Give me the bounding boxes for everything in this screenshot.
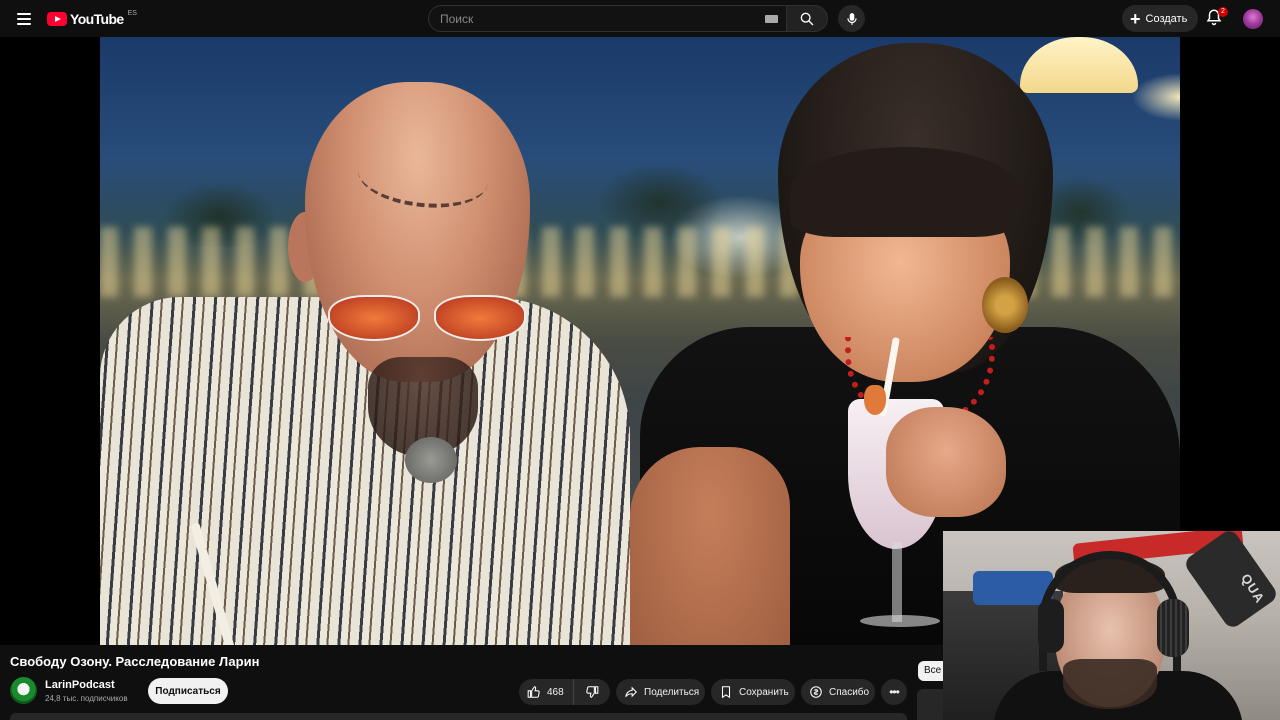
account-avatar[interactable]	[1243, 9, 1263, 29]
recommendation-card[interactable]	[917, 689, 944, 720]
share-icon	[625, 686, 637, 698]
top-bar: YouTube ES + Создать 2	[0, 0, 1280, 37]
earring	[982, 277, 1028, 333]
headphones-cup	[1157, 599, 1189, 657]
subscriber-count: 24,8 тыс. подписчиков	[45, 694, 128, 703]
headphones-cup	[1038, 599, 1064, 653]
notifications-button[interactable]: 2	[1205, 7, 1228, 28]
create-button[interactable]: + Создать	[1122, 5, 1199, 32]
thanks-button[interactable]: Спасибо	[801, 679, 875, 705]
save-icon	[721, 686, 731, 699]
more-icon: •••	[889, 685, 900, 699]
logo-text: YouTube	[70, 11, 124, 27]
thumbs-up-icon	[527, 686, 540, 698]
woman-fringe	[790, 147, 1020, 237]
keyboard-icon[interactable]	[765, 15, 778, 23]
description-box[interactable]	[10, 713, 907, 720]
search-button[interactable]	[786, 5, 828, 32]
share-label: Поделиться	[644, 686, 700, 698]
like-button[interactable]: 468	[519, 679, 574, 705]
search-icon	[800, 12, 814, 25]
create-label: Создать	[1145, 12, 1188, 25]
woman-hand	[886, 407, 1006, 517]
menu-icon[interactable]	[12, 8, 36, 30]
microphone-icon	[846, 12, 857, 25]
thanks-label: Спасибо	[829, 686, 870, 698]
like-dislike-group: 468	[519, 679, 610, 705]
notification-badge: 2	[1218, 7, 1228, 17]
search-box	[428, 5, 786, 32]
plus-icon: +	[1130, 8, 1141, 29]
search-bar	[428, 5, 828, 32]
voice-search-button[interactable]	[838, 5, 865, 32]
sunglasses	[328, 295, 528, 343]
lamp	[1020, 37, 1138, 93]
webcam-overlay: QUA	[943, 531, 1280, 720]
youtube-logo[interactable]: YouTube ES	[47, 9, 137, 29]
search-input[interactable]	[429, 6, 786, 31]
save-button[interactable]: Сохранить	[711, 679, 795, 705]
glass-stem	[892, 542, 902, 622]
lavalier-mic	[405, 437, 457, 483]
chip-all[interactable]: Все	[918, 661, 944, 681]
youtube-logo-icon	[47, 12, 67, 26]
woman-arm	[630, 447, 790, 645]
thanks-icon	[810, 686, 822, 698]
like-count: 468	[547, 686, 564, 698]
channel-avatar[interactable]	[10, 677, 37, 704]
region-code: ES	[127, 9, 137, 17]
garnish	[864, 385, 886, 415]
save-label: Сохранить	[739, 686, 789, 698]
share-button[interactable]: Поделиться	[616, 679, 705, 705]
more-button[interactable]: •••	[881, 679, 907, 705]
subscribe-button[interactable]: Подписаться	[148, 678, 228, 704]
dislike-button[interactable]	[574, 679, 610, 705]
glass-foot	[860, 615, 940, 627]
thumbs-down-icon	[586, 686, 599, 698]
channel-name[interactable]: LarinPodcast	[45, 679, 115, 691]
video-title: Свободу Озону. Расследование Ларин	[10, 654, 260, 669]
